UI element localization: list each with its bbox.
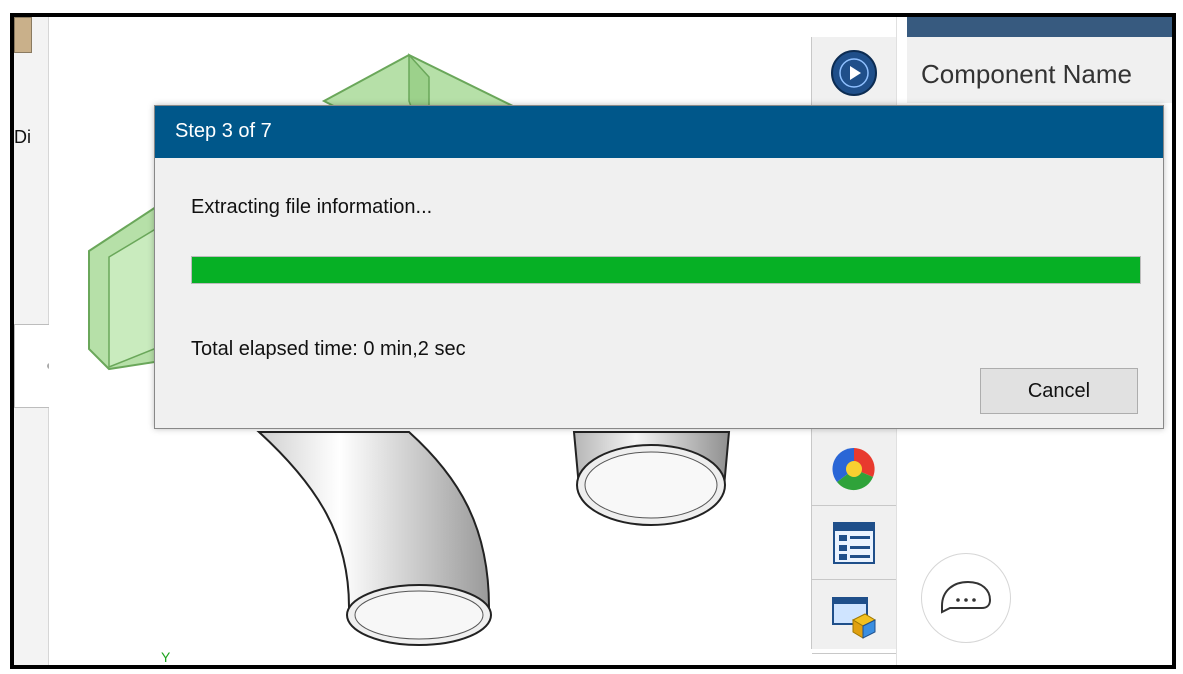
tab-appearances[interactable]: [812, 433, 896, 506]
progress-message: Extracting file information...: [191, 196, 433, 218]
bent-pipe-inner-rim: [354, 590, 484, 640]
bent-pipe: [256, 431, 491, 608]
app-window: Di >: [10, 13, 1176, 669]
task-pane-banner: [907, 17, 1172, 37]
task-pane-header: Component Name: [907, 37, 1172, 103]
list-view-icon: [833, 522, 875, 564]
color-wheel-icon: [832, 447, 875, 491]
globe-play-icon: [831, 50, 877, 96]
tab-file-explorer[interactable]: [812, 507, 896, 580]
display-pane-icon: [832, 597, 877, 639]
tab-3dexperience[interactable]: [812, 37, 896, 110]
tab-view-palette[interactable]: [812, 581, 896, 654]
dialog-title-bar: Step 3 of 7: [155, 106, 1163, 158]
component-name-header[interactable]: Component Name: [921, 59, 1132, 90]
axis-y-label: Y: [161, 649, 171, 665]
progress-dialog: Step 3 of 7 Extracting file information.…: [154, 105, 1164, 429]
elapsed-time-label: Total elapsed time: 0 min,2 sec: [191, 338, 466, 360]
chat-icon: [941, 580, 992, 614]
document-thumbnail[interactable]: [14, 17, 32, 53]
chat-button[interactable]: [921, 553, 1011, 643]
left-tab-label[interactable]: Di: [14, 127, 31, 148]
progress-bar: [191, 256, 1141, 284]
dialog-title: Step 3 of 7: [175, 120, 272, 142]
cancel-button[interactable]: Cancel: [980, 368, 1138, 414]
straight-pipe-inner-rim: [584, 451, 718, 519]
progress-bar-fill: [192, 257, 1140, 283]
